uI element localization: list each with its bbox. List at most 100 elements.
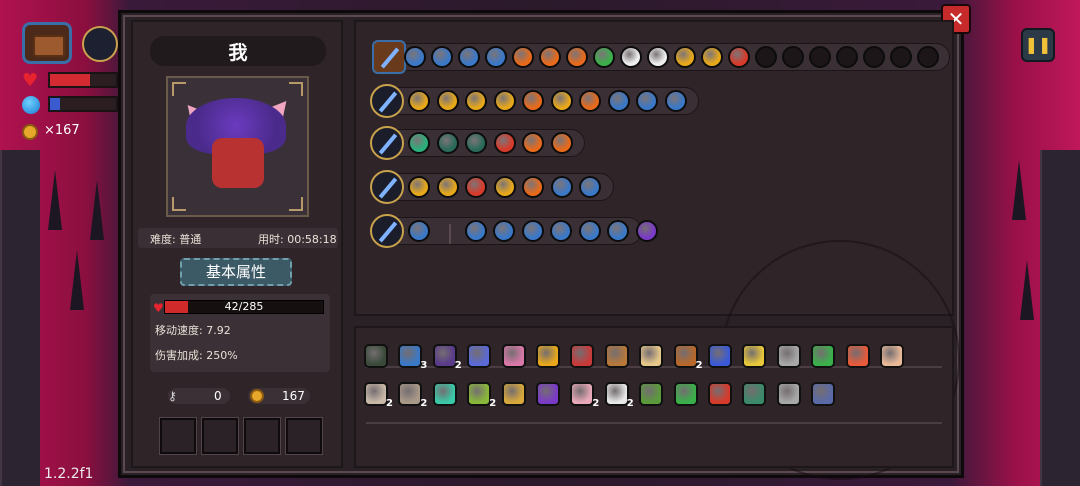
robe-icon[interactable] — [432, 344, 457, 368]
difficulty-label: 难度: 普通 — [150, 233, 202, 246]
bone-icon[interactable] — [364, 382, 388, 406]
upgrade-icon[interactable] — [436, 132, 459, 154]
upgrade-icon[interactable] — [408, 176, 430, 198]
gauntlet-icon[interactable] — [536, 344, 560, 368]
equipped-weapon-icon[interactable] — [82, 26, 118, 62]
upgrade-icon[interactable] — [620, 46, 642, 68]
heart-icon[interactable] — [845, 344, 870, 368]
upgrade-icon[interactable] — [607, 220, 629, 242]
upgrade-icon[interactable] — [566, 46, 588, 68]
upgrade-icon[interactable] — [701, 46, 723, 68]
upgrade-icon[interactable] — [408, 90, 430, 112]
item-count: 2 — [695, 360, 703, 371]
upgrade-icon[interactable] — [485, 46, 507, 68]
basic-attributes-tab[interactable]: 基本属性 — [180, 258, 292, 286]
item-count: 3 — [420, 360, 428, 371]
upgrade-icon[interactable] — [728, 46, 750, 68]
upgrade-icon[interactable] — [408, 220, 430, 242]
upgrade-icon[interactable] — [578, 220, 601, 242]
eye-icon[interactable] — [570, 344, 595, 368]
empty-slot[interactable] — [285, 417, 323, 455]
upgrade-icon[interactable] — [408, 132, 430, 154]
upgrade-icon[interactable] — [465, 132, 487, 154]
magnifier-icon[interactable] — [398, 344, 423, 368]
potion-icon[interactable] — [708, 344, 732, 368]
upgrade-icon[interactable] — [431, 46, 453, 68]
upgrade-icon[interactable] — [522, 132, 544, 154]
empty-upgrade-slot — [809, 46, 831, 68]
sword-row-weapon-icon[interactable] — [370, 84, 404, 118]
upgrade-icon[interactable] — [458, 46, 480, 68]
upgrade-icon[interactable] — [465, 176, 487, 198]
barrel-icon[interactable] — [673, 344, 698, 368]
belt-icon[interactable] — [742, 382, 767, 406]
upgrade-icon[interactable] — [522, 90, 544, 112]
empty-slot[interactable] — [159, 417, 197, 455]
inventory-chest-button[interactable] — [22, 22, 72, 64]
tome-icon[interactable] — [398, 382, 423, 406]
upgrade-icon[interactable] — [647, 46, 669, 68]
upgrade-icon[interactable] — [522, 176, 544, 198]
chest-row-weapon-icon[interactable] — [372, 40, 406, 74]
upgrade-icon[interactable] — [464, 220, 487, 242]
upgrade-icon[interactable] — [636, 90, 658, 112]
snake-icon[interactable] — [467, 382, 492, 406]
upgrade-icon[interactable] — [493, 176, 516, 198]
bg-spike — [90, 180, 104, 240]
egg-icon[interactable] — [880, 344, 904, 368]
hud-mana-bar — [48, 96, 118, 112]
pause-button[interactable]: ❚❚ — [1021, 28, 1055, 62]
sword-icon[interactable] — [776, 382, 801, 406]
upgrade-icon[interactable] — [550, 176, 573, 198]
upgrade-icon[interactable] — [436, 90, 459, 112]
upgrade-icon[interactable] — [664, 90, 687, 112]
staff-row-weapon-icon[interactable] — [370, 170, 404, 204]
heart-icon: ♥ — [22, 70, 39, 91]
empty-slot[interactable] — [201, 417, 239, 455]
gem-icon[interactable] — [501, 382, 526, 406]
empty-slot[interactable] — [243, 417, 281, 455]
empty-upgrade-slot — [890, 46, 912, 68]
upgrade-icon[interactable] — [521, 220, 544, 242]
upgrade-icon[interactable] — [512, 46, 534, 68]
upgrade-icon[interactable] — [550, 132, 573, 154]
crystal-icon[interactable] — [467, 344, 492, 368]
book-row-weapon-icon[interactable] — [370, 214, 404, 248]
demon-icon[interactable] — [708, 382, 732, 406]
upgrade-icon[interactable] — [550, 90, 573, 112]
upgrade-icon[interactable] — [539, 46, 561, 68]
upgrade-icon[interactable] — [607, 90, 630, 112]
upgrade-icon[interactable] — [579, 90, 601, 112]
upgrade-icon[interactable] — [635, 220, 658, 242]
arrow-icon[interactable] — [673, 382, 698, 406]
orb-row-weapon-icon[interactable] — [370, 126, 404, 160]
chicken-icon[interactable] — [639, 344, 664, 368]
player-name: 我 — [228, 42, 248, 64]
upgrade-icon[interactable] — [493, 90, 516, 112]
hat-icon[interactable] — [364, 344, 388, 368]
upgrade-icon[interactable] — [436, 176, 459, 198]
empty-upgrade-slot — [836, 46, 858, 68]
upgrade-icon[interactable] — [550, 220, 572, 242]
brain-icon[interactable] — [501, 344, 526, 368]
boot-icon[interactable] — [811, 382, 836, 406]
upgrade-icon[interactable] — [404, 46, 426, 68]
bg-spike — [70, 250, 84, 310]
upgrade-icon[interactable] — [493, 132, 516, 154]
pickaxe-icon[interactable] — [604, 344, 629, 368]
frog-icon[interactable] — [639, 382, 664, 406]
leaf-icon[interactable] — [811, 344, 836, 368]
teeth-icon[interactable] — [604, 382, 629, 406]
portrait-corner — [289, 82, 303, 96]
upgrade-icon[interactable] — [674, 46, 696, 68]
gold-crystal-icon[interactable] — [742, 344, 767, 368]
horn-icon[interactable] — [776, 344, 801, 368]
witch-hat-icon[interactable] — [536, 382, 560, 406]
shell-icon[interactable] — [432, 382, 457, 406]
upgrade-icon[interactable] — [465, 90, 487, 112]
row-divider — [449, 224, 451, 244]
upgrade-icon[interactable] — [579, 176, 601, 198]
upgrade-icon[interactable] — [493, 220, 515, 242]
upgrade-icon[interactable] — [593, 46, 615, 68]
feather-icon[interactable] — [570, 382, 595, 406]
